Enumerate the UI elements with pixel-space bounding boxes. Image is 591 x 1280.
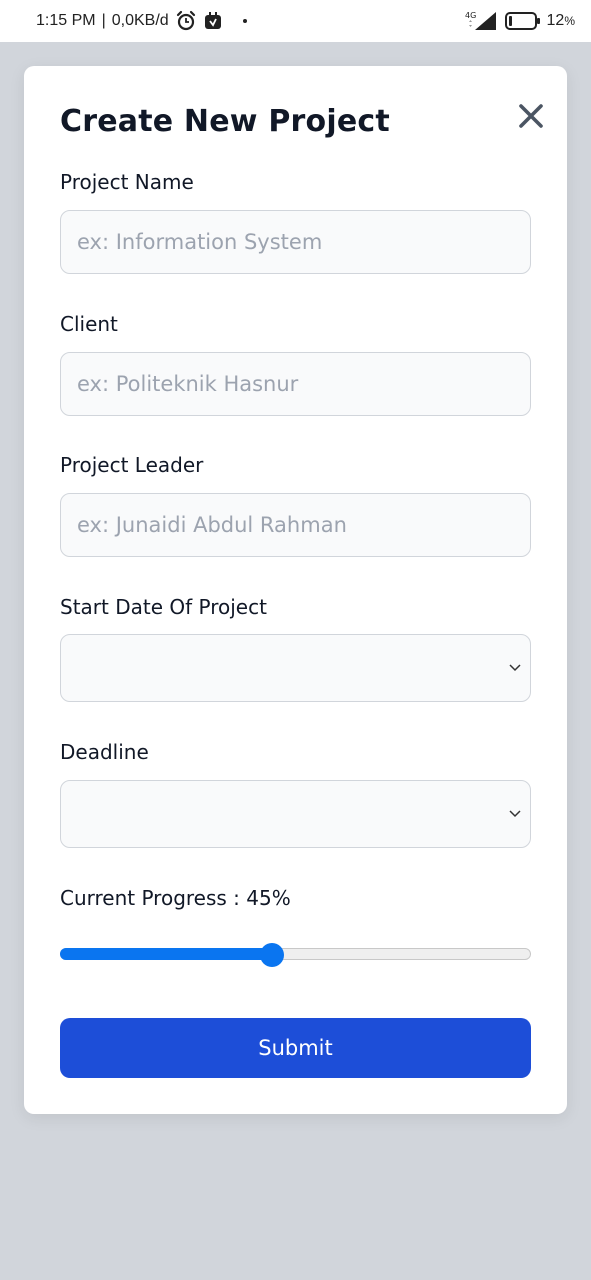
- more-notifications-dot: [242, 19, 247, 23]
- status-network-speed: 0,0KB/d: [111, 12, 169, 29]
- chevron-down-icon: [509, 810, 521, 818]
- progress-slider-fill: [60, 948, 271, 960]
- start-date-label: Start Date Of Project: [60, 595, 267, 619]
- client-label: Client: [60, 312, 118, 336]
- progress-slider[interactable]: [60, 943, 531, 967]
- battery-icon: [504, 12, 540, 30]
- project-name-label: Project Name: [60, 170, 194, 194]
- progress-slider-thumb[interactable]: [260, 943, 284, 967]
- deadline-label: Deadline: [60, 740, 149, 764]
- project-name-input[interactable]: [60, 210, 531, 274]
- chevron-down-icon: [509, 664, 521, 672]
- svg-text:4G: 4G: [465, 11, 476, 20]
- notification-app-icon: [203, 11, 223, 31]
- modal-title: Create New Project: [60, 104, 390, 139]
- status-bar-right: 4G 12%: [465, 10, 575, 32]
- submit-button[interactable]: Submit: [60, 1018, 531, 1078]
- create-project-modal: Create New Project Project Name Client P…: [24, 66, 567, 1114]
- start-date-select[interactable]: [60, 634, 531, 702]
- battery-percent: 12%: [546, 12, 575, 29]
- status-bar-left: 1:15 PM | 0,0KB/d: [36, 10, 247, 32]
- close-icon: [519, 104, 543, 128]
- project-leader-label: Project Leader: [60, 453, 204, 477]
- status-separator: |: [101, 12, 106, 29]
- alarm-icon: [175, 10, 197, 32]
- signal-icon: 4G: [465, 10, 499, 32]
- client-input[interactable]: [60, 352, 531, 416]
- deadline-select[interactable]: [60, 780, 531, 848]
- status-bar: 1:15 PM | 0,0KB/d 4G 12%: [0, 0, 591, 42]
- status-time: 1:15 PM: [36, 12, 96, 29]
- progress-label: Current Progress : 45%: [60, 886, 291, 910]
- project-leader-input[interactable]: [60, 493, 531, 557]
- close-button[interactable]: [517, 102, 545, 130]
